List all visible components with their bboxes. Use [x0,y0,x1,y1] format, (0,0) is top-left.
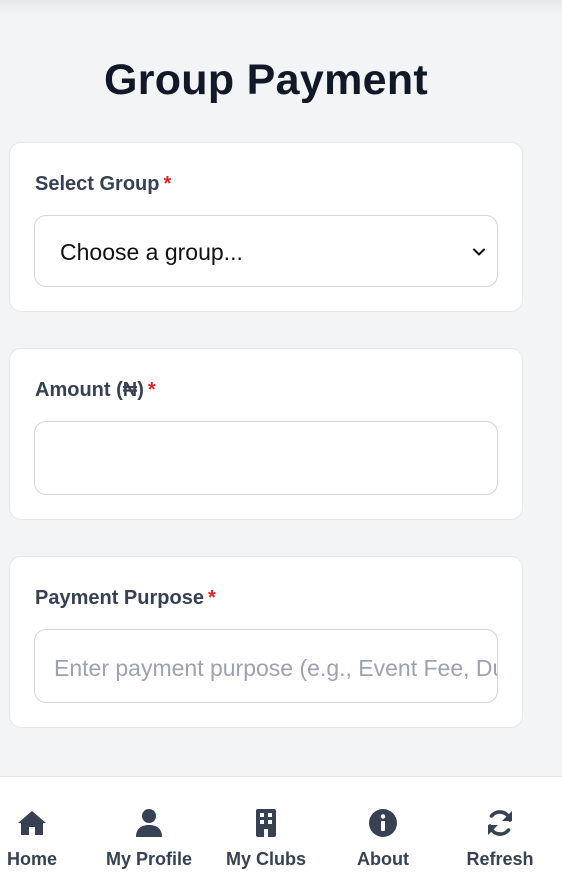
amount-input[interactable] [34,421,498,495]
refresh-icon [488,810,512,836]
building-icon [256,809,276,837]
group-select[interactable]: Choose a group... [34,215,498,287]
payment-purpose-input[interactable]: Enter payment purpose (e.g., Event Fee, … [34,629,498,703]
required-marker: * [163,173,172,195]
home-icon [18,811,46,835]
required-marker: * [207,587,216,609]
payment-purpose-label-text: Payment Purpose [35,587,204,609]
payment-purpose-placeholder: Enter payment purpose (e.g., Event Fee, … [54,655,498,681]
nav-my-clubs-label: My Clubs [225,849,306,869]
nav-refresh[interactable]: Refresh [445,807,555,870]
nav-refresh-label: Refresh [466,849,534,869]
nav-about[interactable]: About [328,807,438,870]
select-group-label-text: Select Group [35,173,160,195]
payment-purpose-label: Payment Purpose * [35,587,216,610]
nav-my-profile-label: My Profile [105,849,193,869]
payment-purpose-card: Payment Purpose * Enter payment purpose (… [9,556,523,728]
amount-label-text: Amount (₦) [35,379,144,401]
group-select-value: Choose a group... [60,239,243,265]
nav-my-clubs[interactable]: My Clubs [211,807,321,870]
nav-about-label: About [357,849,409,869]
nav-home[interactable]: Home [0,807,87,870]
top-edge [0,0,562,16]
nav-my-profile[interactable]: My Profile [94,807,204,870]
chevron-down-icon [473,248,485,256]
select-group-label: Select Group * [35,173,171,196]
amount-label: Amount (₦) * [35,379,156,402]
amount-card: Amount (₦) * [9,348,523,520]
user-icon [136,809,162,837]
select-group-card: Select Group * Choose a group... [9,142,523,312]
bottom-nav: Home My Profile My Clubs About Refresh [0,776,562,894]
nav-home-label: Home [6,849,57,869]
page-title: Group Payment [103,56,429,104]
required-marker: * [147,379,156,401]
info-icon [369,809,397,837]
